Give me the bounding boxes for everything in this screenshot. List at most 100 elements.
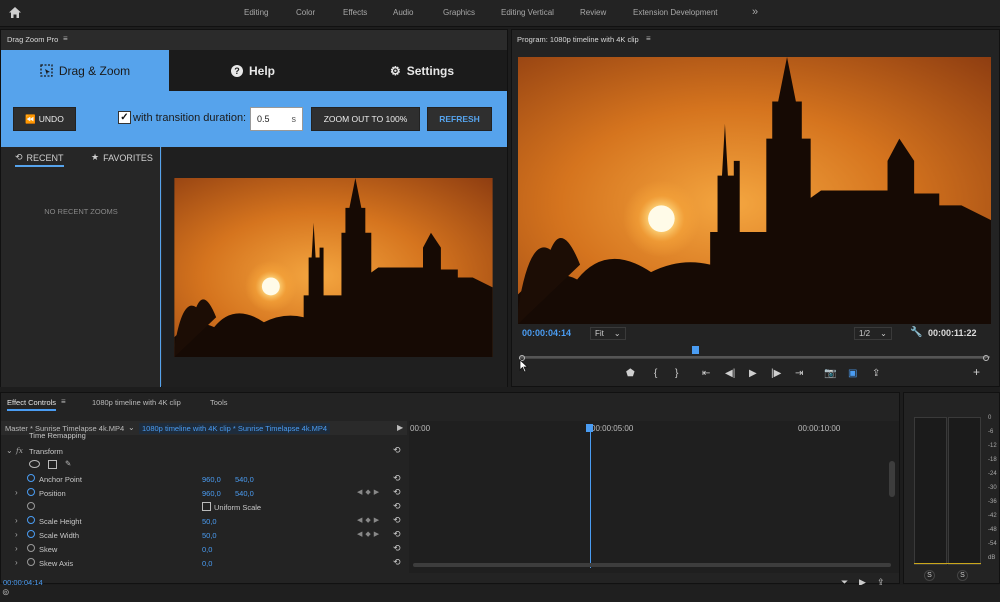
chevron-right-icon[interactable]: › [15,516,18,525]
uniform-scale-checkbox[interactable] [202,502,211,511]
value-y[interactable]: 540,0 [235,489,254,498]
value[interactable]: 50,0 [202,517,217,526]
workspace-tab-graphics[interactable]: Graphics [443,8,475,17]
zoom-out-button[interactable]: ZOOM OUT TO 100% [311,107,420,131]
playhead-marker[interactable] [692,346,699,354]
value-y[interactable]: 540,0 [235,475,254,484]
reset-icon[interactable]: ⟲ [393,473,401,484]
reset-icon[interactable]: ⟲ [393,515,401,526]
timeline-scrollbar[interactable] [413,563,891,567]
reset-icon[interactable]: ⟲ [393,557,401,568]
tab-favorites[interactable]: ★ FAVORITES [91,152,153,163]
scroll-handle-right[interactable] [983,355,989,361]
playhead-line[interactable] [590,428,591,568]
tab-drag-zoom[interactable]: Drag & Zoom [1,50,169,91]
solo-left-button[interactable]: S [924,570,935,581]
workspace-tab-audio[interactable]: Audio [393,8,413,17]
preview-image[interactable] [174,178,493,357]
tab-settings[interactable]: ⚙ Settings [337,50,507,91]
stopwatch-icon[interactable] [27,516,35,524]
stopwatch-icon[interactable] [27,488,35,496]
stopwatch-icon[interactable] [27,544,35,552]
effect-properties: Time Remapping ⌄ fx Transform ⟲ ✎ Anchor… [1,421,408,573]
transform-row[interactable]: ⌄ fx Transform ⟲ [1,445,406,459]
chevron-right-icon[interactable]: › [15,488,18,497]
workspace-tab-review[interactable]: Review [580,8,606,17]
anchor-point-row: Anchor Point 960,0 540,0 ⟲ [1,473,406,487]
workspace-tab-extension-development[interactable]: Extension Development [633,8,718,17]
play-icon[interactable]: ▶ [749,368,757,379]
vertical-scrollbar[interactable] [889,461,895,497]
wrench-icon[interactable]: 🔧 [910,327,922,338]
stopwatch-icon[interactable] [27,558,35,566]
chevron-double-right-icon[interactable]: » [752,6,758,18]
zoom-level-select[interactable]: Fit ⌄ [590,327,626,340]
chevron-right-icon[interactable]: › [15,530,18,539]
help-icon: ? [230,64,243,77]
home-icon[interactable] [8,6,24,20]
duration-input[interactable]: 0.5 s [250,107,303,131]
transition-checkbox[interactable]: ✓ [118,111,131,124]
panel-menu-icon[interactable]: ≡ [63,34,68,43]
reset-icon[interactable]: ⟲ [393,529,401,540]
transition-label: with transition duration: [133,112,247,124]
chevron-right-icon[interactable]: › [15,544,18,553]
stopwatch-icon[interactable] [27,502,35,510]
reset-icon[interactable]: ⟲ [393,501,401,512]
step-forward-icon[interactable]: |▶ [771,368,781,379]
stopwatch-icon[interactable] [27,474,35,482]
rectangle-mask-icon[interactable] [48,460,57,469]
ellipse-mask-icon[interactable] [29,460,40,468]
workspace-tab-effects[interactable]: Effects [343,8,367,17]
step-back-icon[interactable]: ◀| [725,368,735,379]
refresh-button[interactable]: REFRESH [427,107,492,131]
comparison-view-icon[interactable]: ▣ [848,368,857,379]
panel-menu-icon[interactable]: ≡ [61,397,66,406]
tab-sequence[interactable]: 1080p timeline with 4K clip [92,398,181,407]
export-frame-icon[interactable]: ⇪ [872,368,880,379]
chevron-down-icon: ⌄ [880,329,887,338]
reset-icon[interactable]: ⟲ [393,487,401,498]
workspace-tab-color[interactable]: Color [296,8,315,17]
camera-icon[interactable]: 📷 [824,368,836,379]
chevron-right-icon[interactable]: › [15,558,18,567]
db-tick: -18 [988,457,997,463]
value[interactable]: 50,0 [202,531,217,540]
go-to-out-icon[interactable]: ⇥ [795,368,803,379]
keyframe-nav-icon[interactable]: ◀◆▶ [357,488,382,496]
marker-icon[interactable]: ⬟ [626,368,635,379]
workspace-tab-editing-vertical[interactable]: Editing Vertical [501,8,554,17]
zoom-preview-area[interactable] [162,147,507,387]
mark-in-icon[interactable]: { [654,368,657,379]
value-x[interactable]: 960,0 [202,489,221,498]
scale-width-row: › Scale Width 50,0 ◀◆▶ ⟲ [1,529,406,543]
keyframe-nav-icon[interactable]: ◀◆▶ [357,530,382,538]
reset-icon[interactable]: ⟲ [393,445,401,456]
mark-out-icon[interactable]: } [675,368,678,379]
tab-recent[interactable]: ⟲ RECENT [15,152,64,167]
chevron-down-icon[interactable]: ⌄ [6,446,13,455]
value-x[interactable]: 960,0 [202,475,221,484]
tab-help[interactable]: ? Help [169,50,337,91]
effect-timeline[interactable]: 00:00 00:00:05:00 00:00:10:00 [409,421,899,573]
go-to-in-icon[interactable]: ⇤ [702,368,710,379]
value[interactable]: 0,0 [202,559,212,568]
undo-button[interactable]: ⏪ UNDO [13,107,76,131]
value[interactable]: 0,0 [202,545,212,554]
tab-effect-controls[interactable]: Effect Controls [7,398,57,411]
reset-icon[interactable]: ⟲ [393,543,401,554]
tab-tools[interactable]: Tools [210,398,228,407]
solo-right-button[interactable]: S [957,570,968,581]
duration-timecode: 00:00:11:22 [928,328,977,338]
panel-menu-icon[interactable]: ≡ [646,34,651,43]
program-frame[interactable] [518,57,991,324]
add-button-icon[interactable]: + [973,365,980,379]
workspace-tab-editing[interactable]: Editing [244,8,268,17]
zoom-scrollbar[interactable] [520,356,990,358]
status-icon[interactable]: ⊚ [2,587,10,598]
keyframe-nav-icon[interactable]: ◀◆▶ [357,516,382,524]
current-timecode[interactable]: 00:00:04:14 [522,328,571,338]
stopwatch-icon[interactable] [27,530,35,538]
pen-mask-icon[interactable]: ✎ [65,459,71,468]
resolution-select[interactable]: 1/2 ⌄ [854,327,892,340]
